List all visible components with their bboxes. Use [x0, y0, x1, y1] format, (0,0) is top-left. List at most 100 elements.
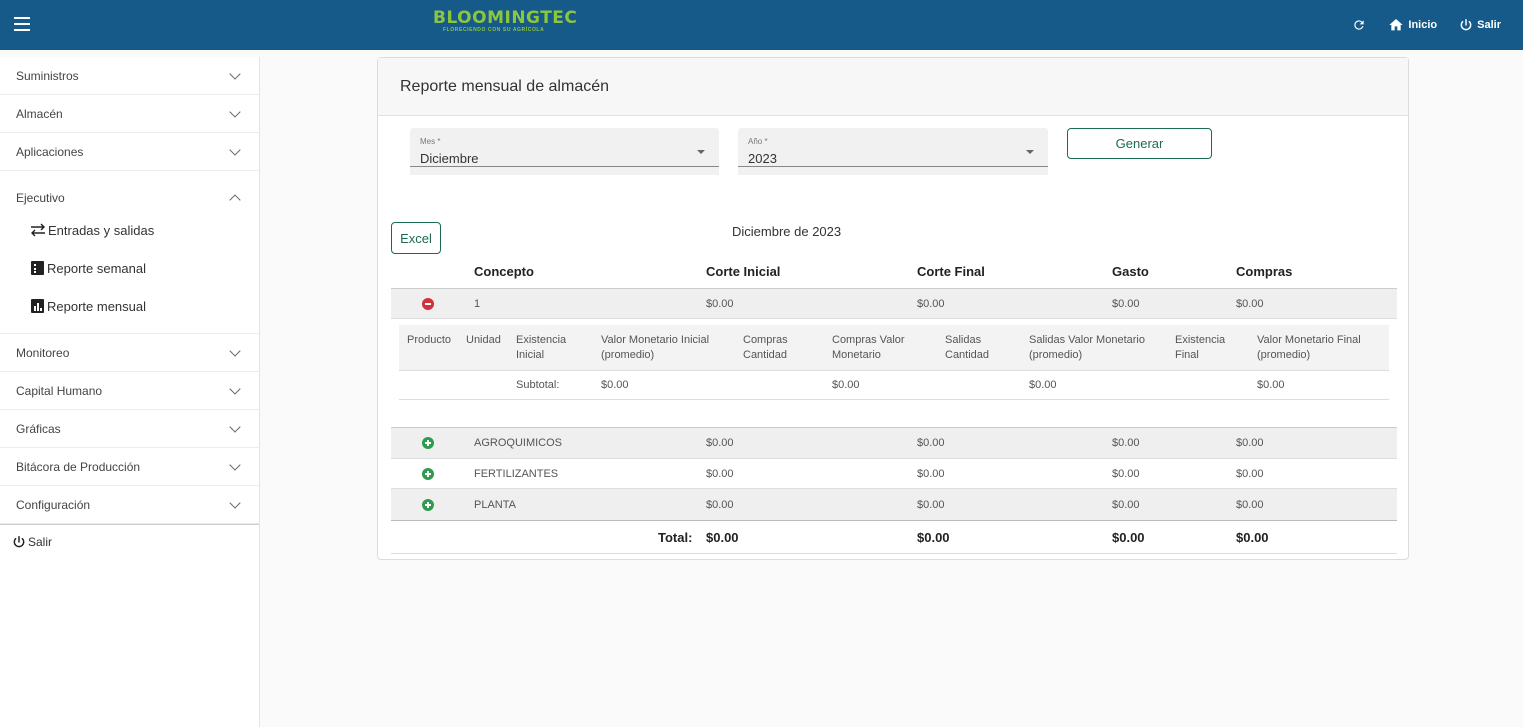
chevron-down-icon [229, 421, 241, 433]
sidebar-item-label: Monitoreo [16, 345, 70, 360]
generate-button[interactable]: Generar [1067, 128, 1212, 159]
sidebar-item-capital-humano[interactable]: Capital Humano [0, 372, 259, 410]
expand-icon[interactable] [422, 437, 434, 449]
month-select-value: Diciembre [420, 151, 479, 166]
row-corte-inicial: $0.00 [706, 437, 734, 449]
detail-column-header: Valor Monetario Final (promedio) [1257, 334, 1361, 361]
detail-column-header: Salidas Valor Monetario (promedio) [1029, 334, 1145, 361]
year-select-value: 2023 [748, 151, 777, 166]
dropdown-caret-icon [697, 150, 705, 154]
menu-icon[interactable] [14, 17, 30, 31]
month-select[interactable]: Mes * Diciembre [410, 128, 719, 175]
row-compras: $0.00 [1236, 498, 1264, 511]
expand-icon[interactable] [422, 498, 434, 511]
month-select-label: Mes * [420, 137, 441, 146]
sidebar-item-label: Almacén [16, 106, 63, 121]
sidebar-item-graficas[interactable]: Gráficas [0, 410, 259, 448]
row-gasto: $0.00 [1112, 437, 1140, 449]
total-corte-final: $0.00 [917, 529, 950, 545]
chevron-down-icon [229, 497, 241, 509]
swap-arrows-icon [31, 223, 45, 237]
sidebar-item-label: Bitácora de Producción [16, 459, 141, 474]
detail-column-header: Salidas Cantidad [945, 334, 990, 361]
row-concept: PLANTA [474, 498, 516, 511]
row-corte-final: $0.00 [917, 297, 945, 310]
row-gasto: $0.00 [1112, 498, 1140, 511]
table-row: 1 $0.00 $0.00 $0.00 $0.00 [391, 289, 1397, 319]
dropdown-caret-icon [1026, 150, 1034, 154]
table-row: PLANTA $0.00 $0.00 $0.00 $0.00 [391, 489, 1397, 521]
chevron-down-icon [229, 68, 241, 80]
sidebar-item-label: Reporte semanal [47, 260, 146, 276]
sidebar-item-label: Suministros [16, 68, 79, 83]
home-icon [1389, 19, 1404, 31]
report-table: Concepto Corte Inicial Corte Final Gasto… [391, 254, 1397, 554]
sidebar-item-label: Reporte mensual [47, 298, 146, 314]
detail-row: Producto Unidad Existencia Inicial Valor… [391, 325, 1397, 428]
table-header: Concepto Corte Inicial Corte Final Gasto… [391, 254, 1397, 289]
row-concept: 1 [474, 297, 481, 310]
total-row: Total: $0.00 $0.00 $0.00 $0.00 [391, 521, 1397, 554]
excel-export-button[interactable]: Excel [391, 222, 441, 254]
sidebar-item-monitoreo[interactable]: Monitoreo [0, 334, 259, 372]
total-label: Total: [658, 529, 693, 545]
detail-column-header: Existencia Inicial [516, 334, 567, 361]
expand-icon[interactable] [422, 467, 434, 480]
detail-column-header: Compras Valor Monetario [832, 334, 905, 361]
sidebar-item-label: Aplicaciones [16, 144, 84, 159]
total-corte-inicial: $0.00 [706, 529, 739, 545]
sidebar-item-almacen[interactable]: Almacén [0, 95, 259, 133]
subtotal-valor-final: $0.00 [1257, 379, 1285, 391]
sidebar-item-label: Gráficas [16, 421, 61, 436]
home-label: Inicio [1408, 19, 1438, 31]
brand-name: BLOOMINGTEC [433, 8, 578, 28]
sidebar-item-reporte-mensual[interactable]: Reporte mensual [0, 287, 259, 325]
chevron-down-icon [229, 106, 241, 118]
table-row: FERTILIZANTES $0.00 $0.00 $0.00 $0.00 [391, 459, 1397, 489]
report-monthly-icon [31, 299, 44, 313]
detail-column-header: Unidad [466, 334, 501, 346]
row-corte-final: $0.00 [917, 467, 945, 480]
collapse-icon[interactable] [422, 297, 434, 310]
select-underline [738, 166, 1048, 167]
row-compras: $0.00 [1236, 467, 1264, 480]
year-select[interactable]: Año * 2023 [738, 128, 1048, 175]
sidebar: Suministros Almacén Aplicaciones Ejecuti… [0, 57, 260, 727]
detail-header: Producto Unidad Existencia Inicial Valor… [399, 325, 1389, 371]
detail-column-header: Valor Monetario Inicial (promedio) [601, 334, 710, 361]
chevron-down-icon [229, 144, 241, 156]
year-select-label: Año * [748, 137, 768, 146]
subtotal-label: Subtotal: [516, 379, 560, 391]
brand-logo[interactable]: BLOOMINGTEC FLORECIENDO CON SU AGRÍCOLA [433, 9, 577, 33]
total-compras: $0.00 [1236, 529, 1269, 545]
detail-column-header: Existencia Final [1175, 334, 1226, 361]
chevron-down-icon [229, 383, 241, 395]
sidebar-item-label: Ejecutivo [16, 190, 65, 205]
detail-subtotal-row: Subtotal: $0.00 $0.00 $0.00 $0.00 [399, 371, 1389, 400]
report-period: Diciembre de 2023 [732, 224, 842, 239]
sidebar-item-suministros[interactable]: Suministros [0, 57, 259, 95]
select-underline [410, 166, 719, 167]
column-header: Corte Final [917, 263, 985, 279]
column-header: Compras [1236, 263, 1293, 279]
row-gasto: $0.00 [1112, 467, 1140, 480]
sidebar-item-configuracion[interactable]: Configuración [0, 486, 259, 524]
row-concept: FERTILIZANTES [474, 467, 559, 480]
page-title: Reporte mensual de almacén [378, 58, 1408, 116]
sidebar-item-aplicaciones[interactable]: Aplicaciones [0, 133, 259, 171]
subtotal-compras-valor: $0.00 [832, 379, 860, 391]
refresh-button[interactable] [1352, 18, 1366, 32]
home-button[interactable]: Inicio [1388, 17, 1437, 33]
table-row: AGROQUIMICOS $0.00 $0.00 $0.00 $0.00 [391, 428, 1397, 459]
sidebar-item-entradas-salidas[interactable]: Entradas y salidas [0, 211, 259, 249]
report-card: Reporte mensual de almacén Mes * Diciemb… [377, 57, 1409, 560]
ejecutivo-submenu: Entradas y salidas Reporte semanal Repor… [0, 211, 259, 334]
sidebar-item-reporte-semanal[interactable]: Reporte semanal [0, 249, 259, 287]
sidebar-item-bitacora[interactable]: Bitácora de Producción [0, 448, 259, 486]
sidebar-logout-button[interactable]: Salir [0, 524, 259, 559]
top-bar: BLOOMINGTEC FLORECIENDO CON SU AGRÍCOLA … [0, 0, 1523, 50]
row-concept: AGROQUIMICOS [474, 437, 563, 449]
logout-button[interactable]: Salir [1459, 18, 1501, 32]
row-corte-final: $0.00 [917, 498, 945, 511]
detail-table: Producto Unidad Existencia Inicial Valor… [399, 325, 1389, 400]
